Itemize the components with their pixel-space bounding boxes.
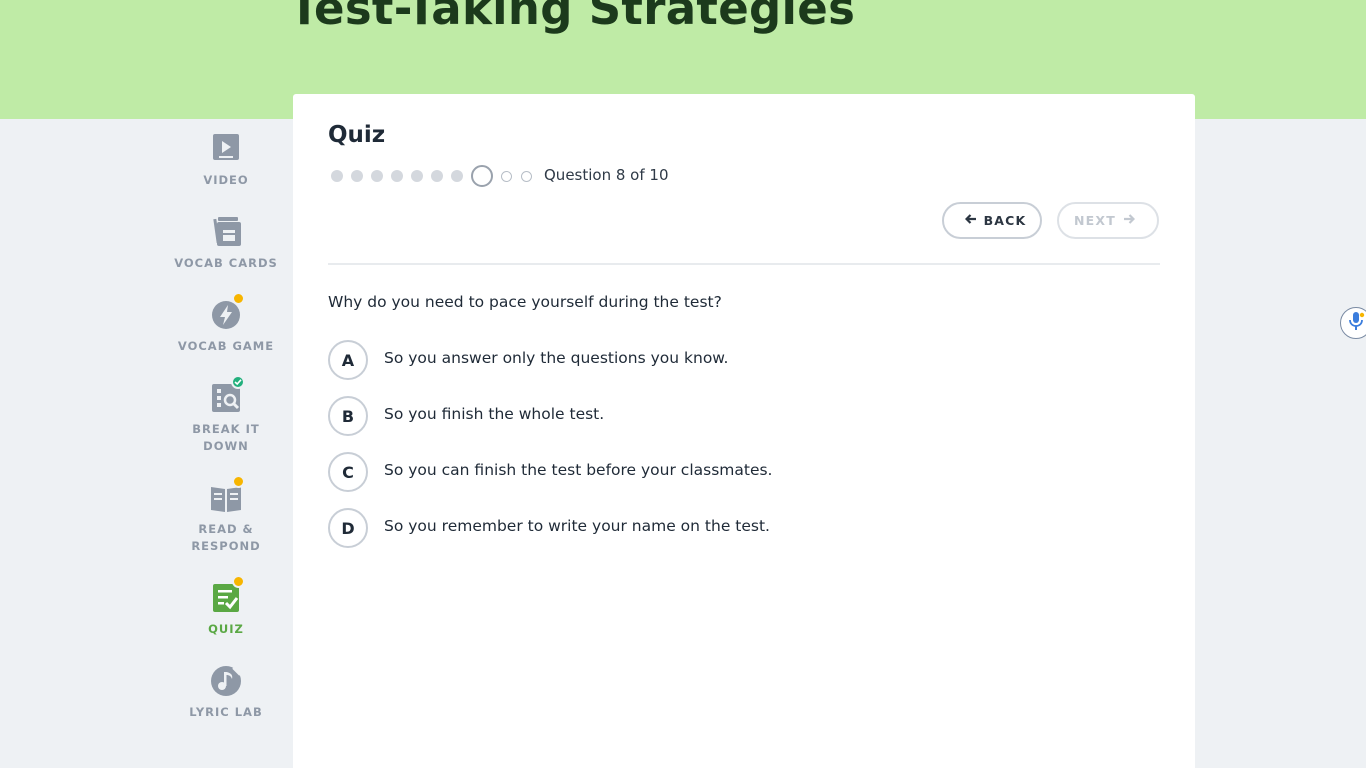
- sidebar-item-break-it-down[interactable]: BREAK IT DOWN: [168, 375, 284, 455]
- sidebar-item-label: READ & RESPOND: [191, 522, 261, 553]
- new-content-badge: [232, 475, 245, 488]
- back-button[interactable]: BACK: [942, 202, 1042, 239]
- new-content-badge: [232, 575, 245, 588]
- arrow-left-icon: [964, 213, 977, 228]
- answer-text: So you answer only the questions you kno…: [384, 349, 729, 367]
- sidebar-item-label: LYRIC LAB: [189, 705, 263, 719]
- back-label: BACK: [983, 213, 1027, 228]
- sidebar-item-quiz[interactable]: QUIZ: [168, 575, 284, 638]
- video-icon: [209, 132, 243, 166]
- progress-dot: [451, 170, 463, 182]
- quiz-card: Quiz Question 8 of 10 BACK NEXT Why do y…: [293, 94, 1195, 768]
- lightning-icon: [209, 292, 245, 332]
- microphone-button[interactable]: [1340, 307, 1366, 339]
- next-label: NEXT: [1074, 213, 1116, 228]
- answer-option-a[interactable]: A So you answer only the questions you k…: [328, 340, 928, 380]
- quiz-title: Quiz: [328, 122, 386, 148]
- answer-text: So you finish the whole test.: [384, 405, 605, 423]
- microphone-icon: [1347, 311, 1365, 335]
- answer-text: So you can finish the test before your c…: [384, 461, 773, 479]
- answer-letter: C: [328, 452, 368, 492]
- progress-dot: [431, 170, 443, 182]
- sidebar-item-label: VIDEO: [203, 173, 249, 187]
- sidebar-item-read-respond[interactable]: READ & RESPOND: [168, 475, 284, 555]
- answer-letter: A: [328, 340, 368, 380]
- answer-letter: B: [328, 396, 368, 436]
- answer-option-d[interactable]: D So you remember to write your name on …: [328, 508, 928, 548]
- sidebar-item-vocab-game[interactable]: VOCAB GAME: [168, 292, 284, 355]
- answer-letter: D: [328, 508, 368, 548]
- vocab-cards-icon: [209, 215, 243, 249]
- sidebar-item-video[interactable]: VIDEO: [168, 132, 284, 189]
- progress-dot: [501, 170, 512, 182]
- progress-dot: [351, 170, 363, 182]
- page-title: Test-Taking Strategies: [289, 0, 856, 35]
- new-content-badge: [232, 292, 245, 305]
- progress-dot: [391, 170, 403, 182]
- sidebar-item-lyric-lab[interactable]: LYRIC LAB: [168, 664, 284, 721]
- question-progress: [331, 164, 541, 188]
- sidebar-item-label: BREAK IT DOWN: [192, 422, 260, 453]
- answer-option-c[interactable]: C So you can finish the test before your…: [328, 452, 928, 492]
- sidebar-item-vocab-cards[interactable]: VOCAB CARDS: [168, 215, 284, 272]
- sidebar-item-label: QUIZ: [208, 622, 244, 636]
- progress-dot-current: [471, 165, 493, 187]
- progress-dot: [521, 170, 532, 182]
- progress-dot: [411, 170, 423, 182]
- progress-dot: [331, 170, 343, 182]
- answer-option-b[interactable]: B So you finish the whole test.: [328, 396, 928, 436]
- answer-text: So you remember to write your name on th…: [384, 517, 770, 535]
- next-button[interactable]: NEXT: [1057, 202, 1159, 239]
- sidebar-item-label: VOCAB GAME: [177, 339, 275, 353]
- break-it-down-icon: [209, 375, 245, 415]
- music-note-icon: [209, 664, 243, 698]
- progress-dot: [371, 170, 383, 182]
- arrow-right-icon: [1123, 213, 1136, 228]
- question-count: Question 8 of 10: [544, 166, 669, 184]
- sidebar-item-label: VOCAB CARDS: [174, 256, 278, 270]
- question-text: Why do you need to pace yourself during …: [328, 293, 722, 311]
- book-icon: [209, 475, 245, 515]
- quiz-icon: [209, 575, 245, 615]
- divider: [328, 263, 1160, 265]
- completed-check-icon: [231, 375, 245, 389]
